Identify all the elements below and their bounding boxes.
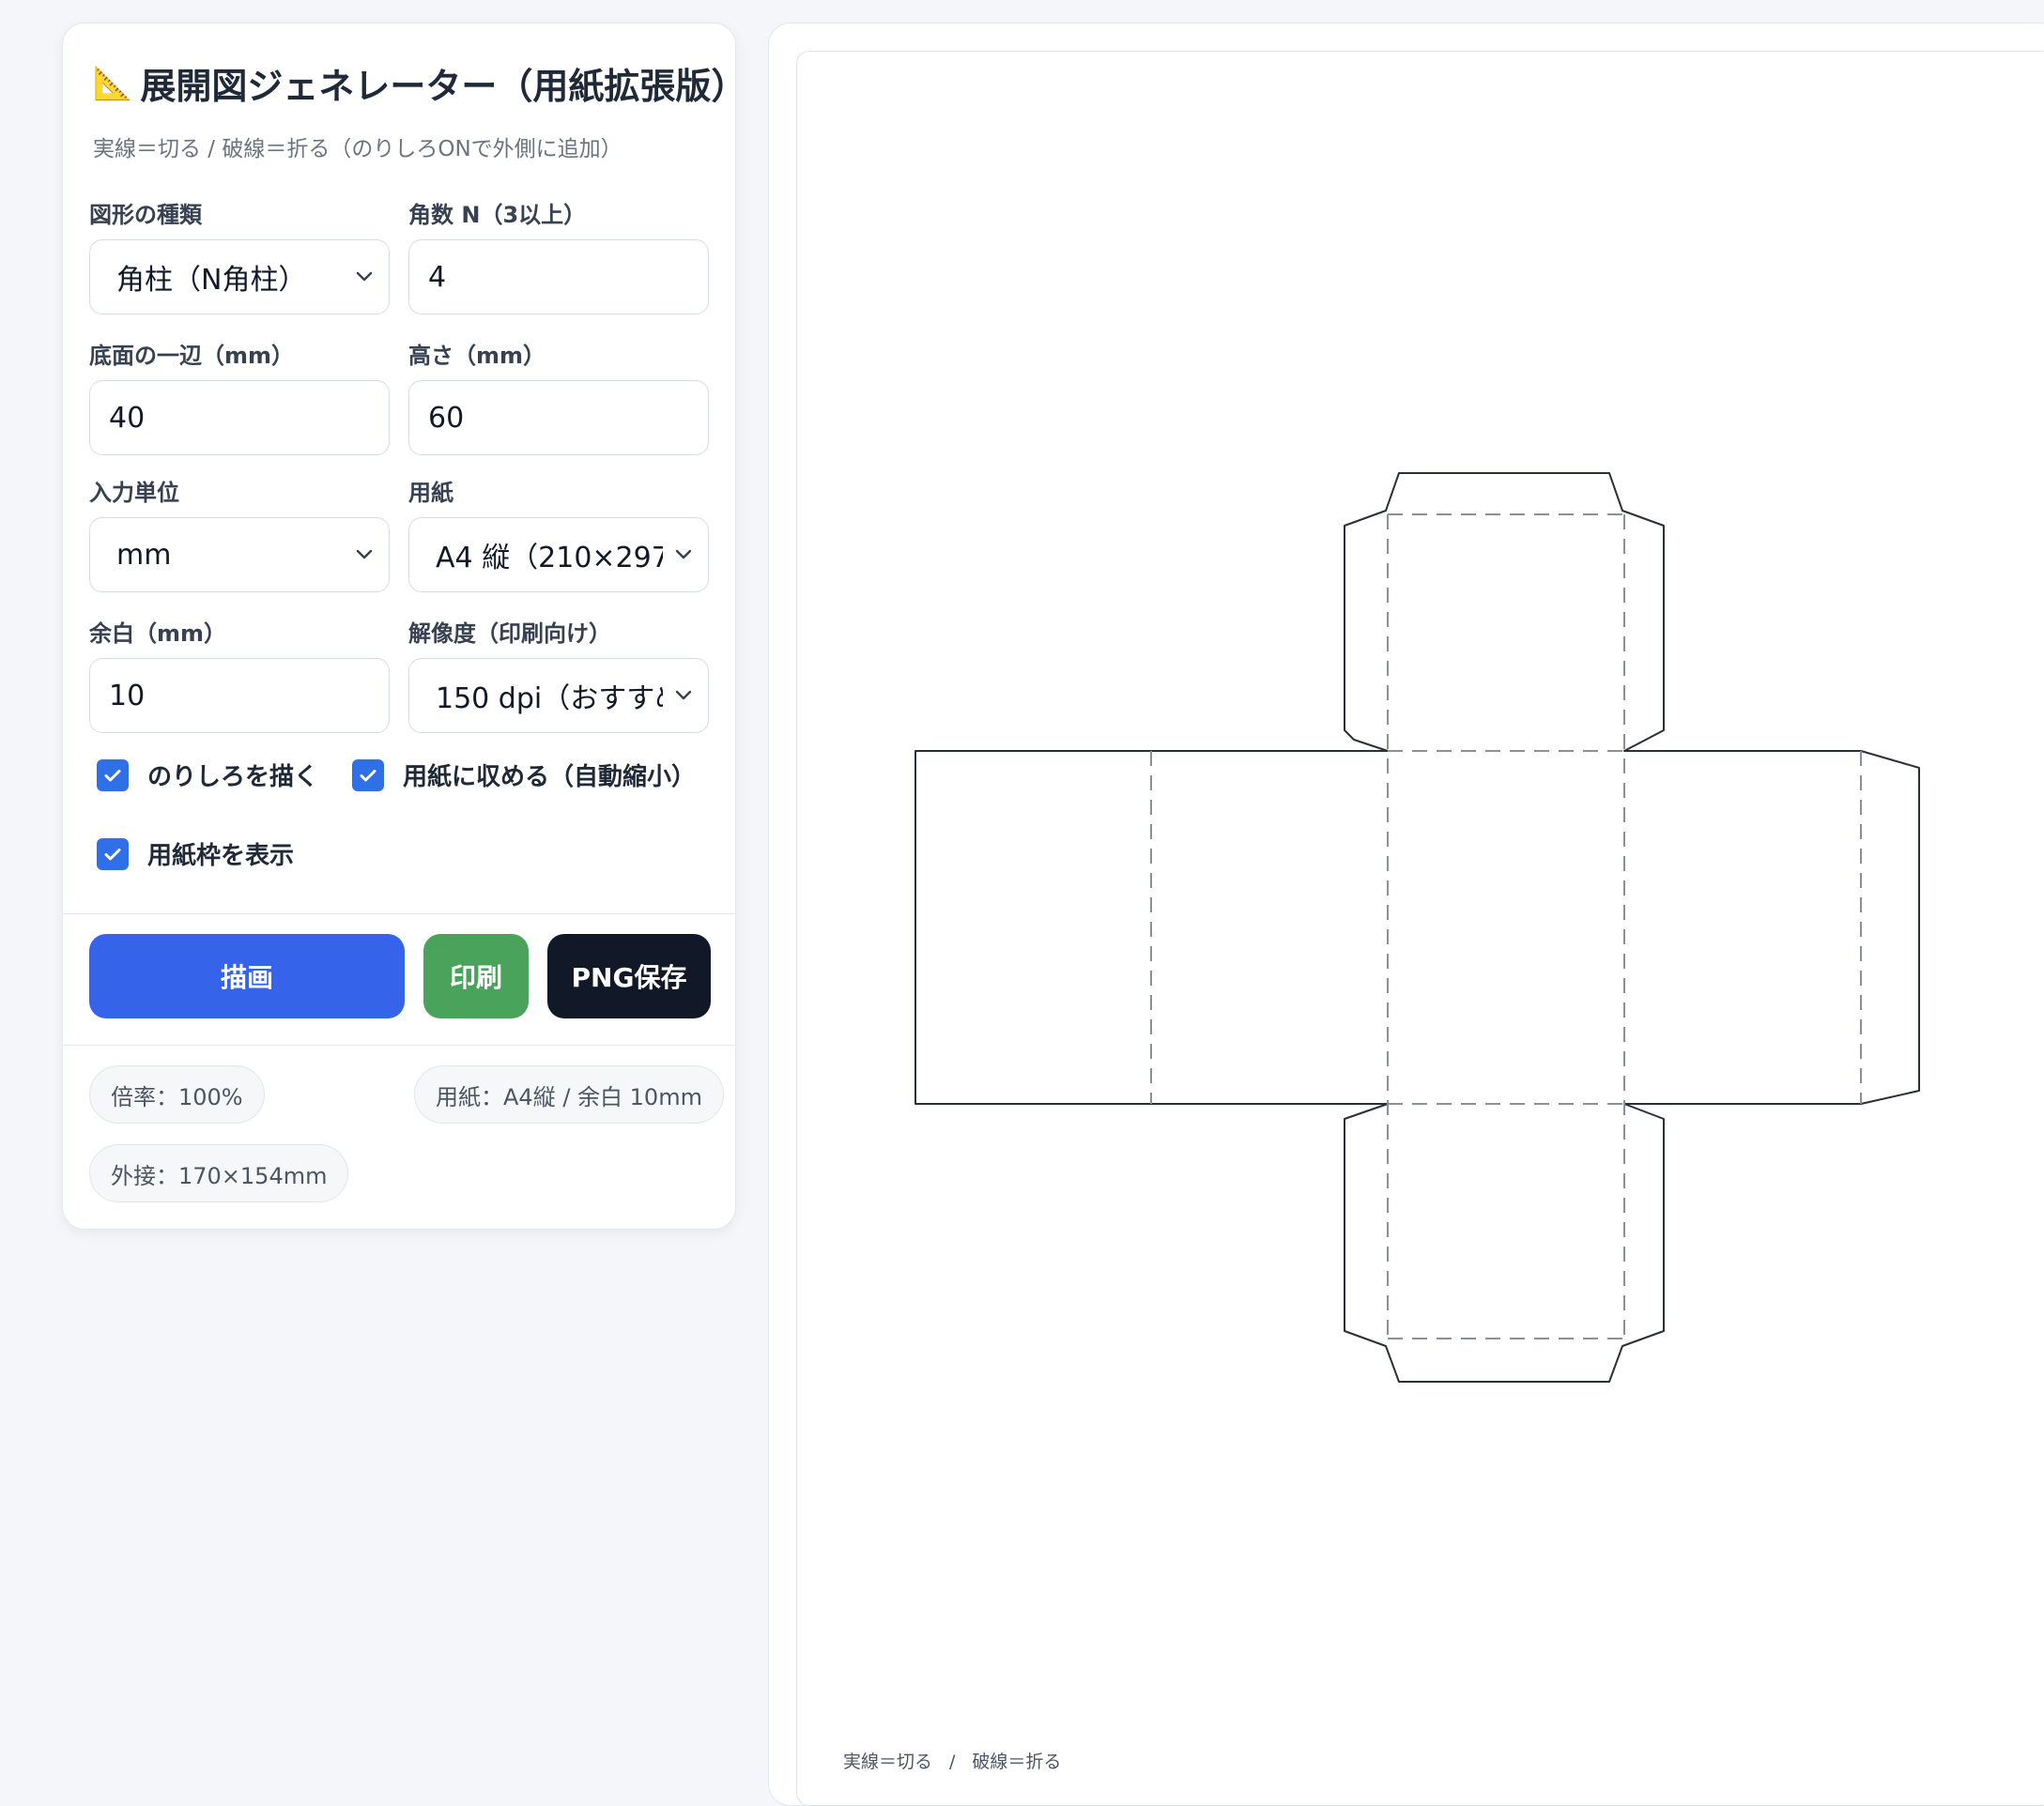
legend-separator: / [949,1752,956,1772]
legend-cut: 実線＝切る [843,1752,933,1772]
legend-fold: 破線＝折る [972,1752,1062,1772]
cut-outline [914,472,1920,1383]
line-legend: 実線＝切る / 破線＝折る [843,1748,1061,1773]
net-diagram [914,472,1920,1383]
